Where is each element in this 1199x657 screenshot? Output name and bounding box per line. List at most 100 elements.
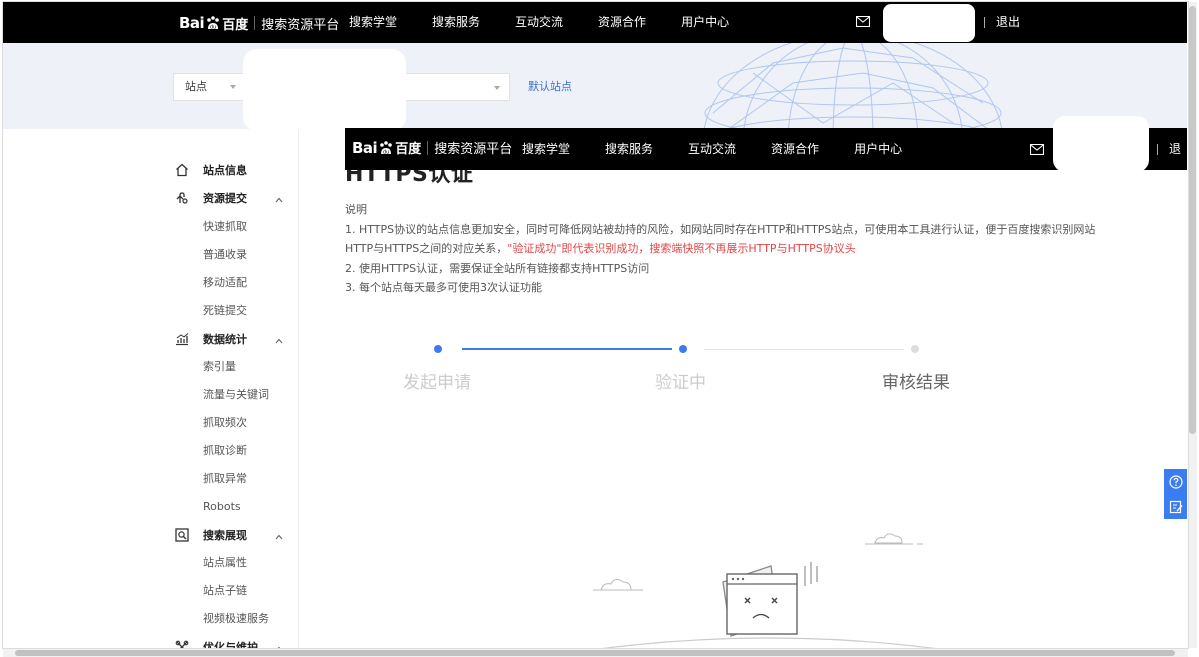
- sidebar-item-label: Robots: [203, 500, 241, 513]
- sidebar-item-label: 抓取频次: [203, 416, 247, 429]
- step-label-apply: 发起申请: [403, 373, 471, 393]
- sidebar-item-label: 索引量: [203, 360, 236, 373]
- logout-divider: [1157, 144, 1158, 155]
- description-line-2: 2. 使用HTTPS认证，需要保证全站所有链接都支持HTTPS访问: [345, 262, 650, 275]
- search-display-icon: [175, 528, 189, 542]
- nav-item-community[interactable]: 互动交流: [515, 2, 563, 43]
- sidebar-item-label: 移动适配: [203, 276, 247, 289]
- progress-steps: 发起申请 验证中 审核结果: [299, 334, 1187, 394]
- logo-cn: 百度: [222, 17, 249, 33]
- horizontal-scrollbar[interactable]: [3, 648, 1188, 657]
- step-label-result: 审核结果: [882, 373, 950, 393]
- submit-icon: [176, 192, 188, 204]
- sidebar-item-label: 站点属性: [203, 556, 247, 569]
- platform-name: 搜索资源平台: [434, 142, 513, 157]
- nav-item-services[interactable]: 搜索服务: [605, 128, 653, 170]
- mail-icon[interactable]: [856, 16, 870, 27]
- sidebar-item-label: 死链提交: [203, 304, 247, 317]
- sidebar-item-robots[interactable]: Robots: [3, 493, 299, 521]
- top-navbar: Bai du 百度 搜索资源平台 搜索学堂 搜索服务 互动交流 资源合作 用户中…: [3, 2, 1187, 43]
- vertical-scroll-thumb[interactable]: [1189, 6, 1196, 434]
- step-connector-1: [462, 348, 672, 350]
- site-type-select[interactable]: 站点: [173, 73, 245, 101]
- sticky-navbar: Bai du 百度 搜索资源平台 搜索学堂 搜索服务 互动交流 资源合作 用户中…: [345, 116, 1187, 198]
- chevron-up-icon: [275, 338, 283, 344]
- baidu-logo[interactable]: Bai du 百度 搜索资源平台: [352, 138, 513, 158]
- nav-item-academy[interactable]: 搜索学堂: [522, 128, 570, 170]
- nav-item-community[interactable]: 互动交流: [688, 128, 736, 170]
- logout-link[interactable]: 退出: [996, 2, 1020, 43]
- logo-divider: [427, 140, 429, 155]
- mail-icon[interactable]: [1030, 144, 1044, 155]
- nav-item-user-center[interactable]: 用户中心: [854, 128, 902, 170]
- sidebar-item-site-attributes[interactable]: 站点属性: [3, 549, 299, 577]
- sidebar-item-traffic-keywords[interactable]: 流量与关键词: [3, 381, 299, 409]
- tools-icon: [175, 640, 189, 648]
- chevron-up-icon: [275, 534, 283, 540]
- horizontal-scroll-thumb[interactable]: [15, 650, 1175, 656]
- sidebar-item-fast-crawl[interactable]: 快速抓取: [3, 213, 299, 241]
- sidebar-group-optimize[interactable]: 优化与维护: [3, 634, 299, 648]
- step-dot-result: [911, 345, 919, 353]
- sidebar-group-resource-submit[interactable]: 资源提交: [3, 185, 299, 213]
- sidebar-item-crawl-diagnosis[interactable]: 抓取诊断: [3, 437, 299, 465]
- sidebar-item-label: 抓取诊断: [203, 444, 247, 457]
- svg-text:du: du: [210, 25, 216, 31]
- nav-item-academy[interactable]: 搜索学堂: [349, 2, 397, 43]
- description-text: HTTP与HTTPS之间的对应关系，: [345, 242, 508, 255]
- logout-link[interactable]: 退出: [1169, 128, 1187, 212]
- chevron-down-icon: [230, 85, 236, 89]
- description-line-3: 3. 每个站点每天最多可使用3次认证功能: [345, 281, 542, 294]
- sidebar-item-crawl-frequency[interactable]: 抓取频次: [3, 409, 299, 437]
- globe-decoration: [703, 43, 1003, 129]
- sidebar: 站点信息 资源提交 快速抓取 普通收录 移动适配 死链提交 数据统计 索引量 流…: [3, 129, 299, 648]
- step-dot-apply: [434, 345, 442, 353]
- redacted-username: [883, 4, 975, 42]
- sidebar-item-label: 普通收录: [203, 248, 247, 261]
- chart-icon: [176, 333, 189, 346]
- redacted-site-url: [243, 49, 406, 131]
- edit-icon: [1169, 500, 1183, 513]
- description-line-1-cont: HTTP与HTTPS之间的对应关系，"验证成功"即代表识别成功，搜索端快照不再展…: [345, 240, 856, 256]
- nav-item-cooperation[interactable]: 资源合作: [771, 128, 819, 170]
- logout-divider: [984, 17, 985, 28]
- chevron-up-icon: [275, 197, 283, 203]
- step-dot-verifying: [679, 345, 687, 353]
- sidebar-group-site-info[interactable]: 站点信息: [3, 157, 299, 185]
- site-type-label: 站点: [185, 80, 207, 93]
- sidebar-group-label: 搜索展现: [203, 529, 247, 542]
- sticky-main-nav: 搜索学堂 搜索服务 互动交流 资源合作 用户中心: [522, 128, 937, 170]
- feedback-button[interactable]: [1164, 494, 1187, 519]
- site-banner: 站点 默认站点: [3, 43, 1187, 129]
- vertical-scrollbar[interactable]: [1188, 2, 1197, 648]
- help-button[interactable]: [1164, 469, 1187, 494]
- sidebar-item-label: 流量与关键词: [203, 388, 269, 401]
- main-content: HTTPS认证 说明 1. HTTPS协议的站点信息更加安全，同时可降低网站被劫…: [299, 129, 1187, 648]
- description-highlight: "验证成功"即代表识别成功，搜索端快照不再展示HTTP与HTTPS协议头: [507, 242, 856, 255]
- sidebar-item-index-volume[interactable]: 索引量: [3, 353, 299, 381]
- sidebar-group-search-display[interactable]: 搜索展现: [3, 522, 299, 550]
- logo-cn: 百度: [395, 142, 422, 157]
- step-label-verifying: 验证中: [655, 373, 706, 393]
- nav-item-cooperation[interactable]: 资源合作: [598, 2, 646, 43]
- sidebar-item-site-sublinks[interactable]: 站点子链: [3, 577, 299, 605]
- help-icon: [1169, 474, 1183, 489]
- sidebar-group-label: 站点信息: [203, 164, 247, 177]
- sidebar-item-dead-link[interactable]: 死链提交: [3, 297, 299, 325]
- nav-item-services[interactable]: 搜索服务: [432, 2, 480, 43]
- empty-state-illustration: [593, 533, 936, 648]
- browser-viewport: Bai du 百度 搜索资源平台 搜索学堂 搜索服务 互动交流 资源合作 用户中…: [3, 2, 1187, 648]
- sidebar-group-statistics[interactable]: 数据统计: [3, 326, 299, 354]
- sidebar-item-label: 站点子链: [203, 584, 247, 597]
- default-site-link[interactable]: 默认站点: [528, 73, 572, 101]
- sidebar-item-mobile-adapt[interactable]: 移动适配: [3, 269, 299, 297]
- sidebar-group-label: 优化与维护: [203, 641, 258, 648]
- nav-item-user-center[interactable]: 用户中心: [681, 2, 729, 43]
- description-line-1: 1. HTTPS协议的站点信息更加安全，同时可降低网站被劫持的风险，如网站同时存…: [345, 223, 1096, 236]
- step-connector-2: [704, 349, 904, 350]
- baidu-logo[interactable]: Bai du 百度 搜索资源平台: [179, 12, 339, 34]
- sidebar-item-crawl-errors[interactable]: 抓取异常: [3, 465, 299, 493]
- sidebar-item-video-fast[interactable]: 视频极速服务: [3, 605, 299, 633]
- sidebar-item-normal-index[interactable]: 普通收录: [3, 241, 299, 269]
- description-label: 说明: [345, 203, 367, 216]
